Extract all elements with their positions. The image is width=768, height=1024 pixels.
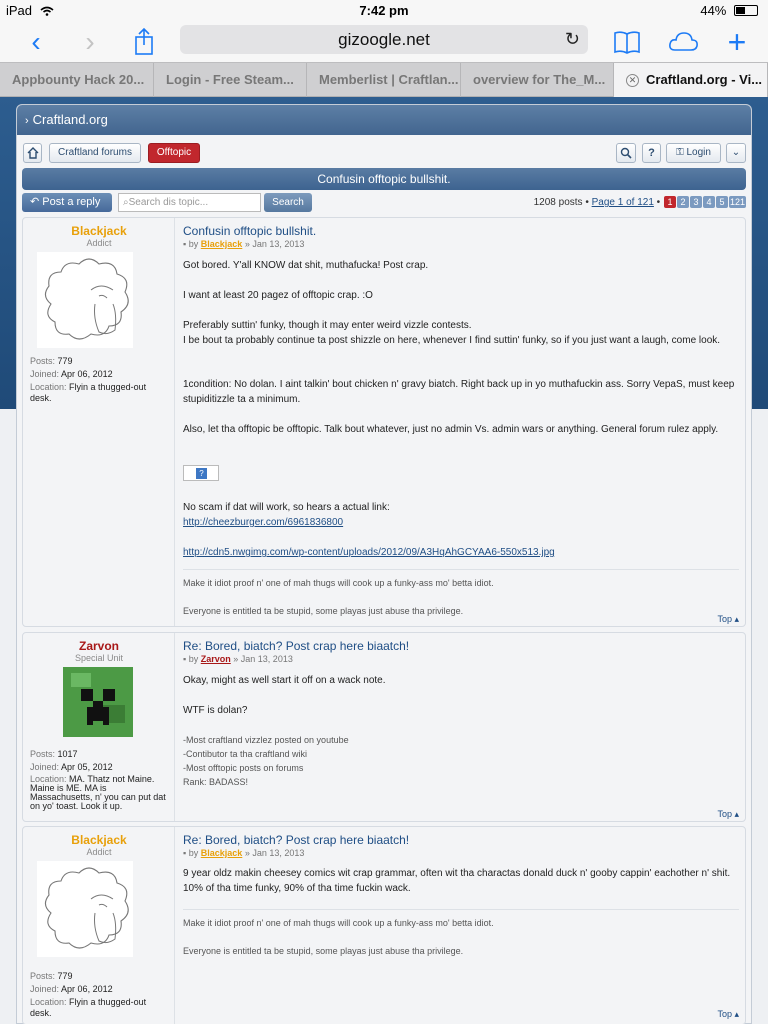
share-icon[interactable]: [128, 26, 160, 58]
post-profile: Zarvon Special Unit Posts: 1017 Joined: …: [23, 633, 175, 821]
avatar[interactable]: [63, 667, 133, 737]
url-text: gizoogle.net: [338, 30, 430, 49]
up-arrow-icon: ▴: [734, 809, 739, 819]
post: Blackjack Addict Posts: 779 Joined: Apr …: [22, 826, 746, 1024]
post-icon: ▪: [183, 239, 187, 249]
post-icon: ▪: [183, 654, 187, 664]
tab-overview[interactable]: overview for The_M...: [461, 63, 614, 97]
page-1[interactable]: 1: [663, 196, 676, 208]
battery-icon: [734, 5, 758, 16]
post-profile: Blackjack Addict Posts: 779 Joined: Apr …: [23, 827, 175, 1024]
author-name[interactable]: Blackjack: [23, 224, 175, 238]
post-count: 1208 posts: [533, 197, 583, 208]
link-image[interactable]: http://cdn5.nwgimg.com/wp-content/upload…: [183, 547, 555, 558]
top-link[interactable]: Top ▴: [717, 614, 739, 625]
page-5[interactable]: 5: [715, 196, 728, 208]
up-arrow-icon: ▴: [734, 614, 739, 624]
site-header: › Craftland.org: [17, 105, 751, 135]
battery-percent: 44%: [700, 3, 727, 18]
author-rank: Addict: [86, 847, 112, 857]
author-link[interactable]: Blackjack: [201, 239, 243, 249]
home-icon[interactable]: [23, 143, 42, 163]
tab-memberlist[interactable]: Memberlist | Craftlan...: [307, 63, 461, 97]
chevron-down-icon[interactable]: ⌄: [726, 143, 746, 163]
broken-image-icon[interactable]: ?: [183, 465, 219, 481]
status-bar: iPad 7:42 pm 44%: [0, 0, 768, 22]
join-date: Apr 06, 2012: [61, 369, 113, 379]
post-reply-button[interactable]: ↶ Post a reply: [22, 193, 112, 212]
author-link[interactable]: Zarvon: [201, 654, 231, 664]
post-profile: Blackjack Addict Posts: 779 Joined: Apr …: [23, 218, 175, 626]
tab-login-steam[interactable]: Login - Free Steam...: [154, 63, 307, 97]
browser-toolbar: ‹ › gizoogle.net ↻ +: [0, 22, 768, 62]
author-rank: Special Unit: [74, 653, 124, 663]
author-link[interactable]: Blackjack: [201, 848, 243, 858]
help-icon[interactable]: ?: [642, 143, 661, 163]
search-button[interactable]: Search: [264, 193, 312, 212]
post-count: 779: [57, 971, 73, 981]
chevron-right-icon: ›: [25, 115, 29, 127]
avatar[interactable]: [37, 861, 133, 957]
top-link[interactable]: Top ▴: [717, 1009, 739, 1020]
login-button[interactable]: ⚿ Login: [666, 143, 721, 163]
post-icon: ▪: [183, 848, 187, 858]
crumb-offtopic[interactable]: Offtopic: [148, 143, 200, 163]
page-4[interactable]: 4: [702, 196, 715, 208]
post: Zarvon Special Unit Posts: 1017 Joined: …: [22, 632, 746, 822]
signature: Make it idiot proof n' one of mah thugs …: [183, 569, 739, 618]
close-tab-icon[interactable]: ✕: [626, 74, 639, 87]
link-cheezburger[interactable]: http://cheezburger.com/6961836800: [183, 517, 343, 528]
pagination: 1208 posts • Page 1 of 121 • 1 2 3 4 5 121: [533, 196, 746, 208]
icloud-tabs-icon[interactable]: [667, 26, 699, 58]
post-meta: ▪ by Zarvon » Jan 13, 2013: [183, 654, 293, 664]
new-tab-icon[interactable]: +: [721, 26, 753, 58]
tab-craftland[interactable]: ✕ Craftland.org - Vi...: [614, 63, 768, 97]
author-name[interactable]: Zarvon: [23, 639, 175, 653]
join-date: Apr 05, 2012: [61, 762, 113, 772]
site-link[interactable]: Craftland.org: [33, 112, 108, 127]
post-title[interactable]: Re: Bored, biatch? Post crap here biaatc…: [183, 833, 409, 847]
search-icon[interactable]: [616, 143, 636, 163]
page-2[interactable]: 2: [676, 196, 689, 208]
page-121[interactable]: 121: [728, 196, 746, 208]
topic-title-bar: Confusin offtopic bullshit.: [22, 168, 746, 190]
signature: -Most craftland vizzlez posted on youtub…: [183, 735, 349, 787]
author-rank: Addict: [86, 238, 112, 248]
post: Blackjack Addict Posts: 779 Joined: Apr …: [22, 217, 746, 627]
bookmarks-icon[interactable]: [611, 26, 643, 58]
forum-container: › Craftland.org Craftland forums Offtopic…: [16, 104, 752, 1024]
key-icon: ⚿: [676, 147, 684, 158]
post-title[interactable]: Confusin offtopic bullshit.: [183, 224, 316, 238]
post-meta: ▪ by Blackjack » Jan 13, 2013: [183, 848, 305, 858]
nav-row: Craftland forums Offtopic ? ⚿ Login ⌄: [23, 143, 746, 165]
avatar[interactable]: [37, 252, 133, 348]
topic-search-input[interactable]: ⌕Search dis topic...: [118, 193, 261, 212]
page-3[interactable]: 3: [689, 196, 702, 208]
post-title[interactable]: Re: Bored, biatch? Post crap here biaatc…: [183, 639, 409, 653]
tab-appbounty[interactable]: Appbounty Hack 20...: [0, 63, 154, 97]
page-selector[interactable]: Page 1 of 121: [592, 197, 654, 208]
back-icon[interactable]: ‹: [20, 26, 52, 58]
up-arrow-icon: ▴: [734, 1009, 739, 1019]
action-row: ↶ Post a reply ⌕Search dis topic... Sear…: [22, 193, 746, 213]
author-name[interactable]: Blackjack: [23, 833, 175, 847]
join-date: Apr 06, 2012: [61, 984, 113, 994]
forward-icon[interactable]: ›: [74, 26, 106, 58]
clock: 7:42 pm: [359, 3, 409, 18]
post-meta: ▪ by Blackjack » Jan 13, 2013: [183, 239, 305, 249]
address-bar[interactable]: gizoogle.net ↻: [180, 25, 588, 54]
tab-bar: Appbounty Hack 20... Login - Free Steam.…: [0, 62, 768, 97]
reply-arrow-icon: ↶: [30, 196, 40, 208]
crumb-forums[interactable]: Craftland forums: [49, 143, 141, 163]
post-count: 1017: [57, 749, 78, 759]
post-count: 779: [57, 356, 73, 366]
reload-icon[interactable]: ↻: [565, 25, 580, 54]
top-link[interactable]: Top ▴: [717, 809, 739, 820]
signature: Make it idiot proof n' one of mah thugs …: [183, 909, 739, 958]
